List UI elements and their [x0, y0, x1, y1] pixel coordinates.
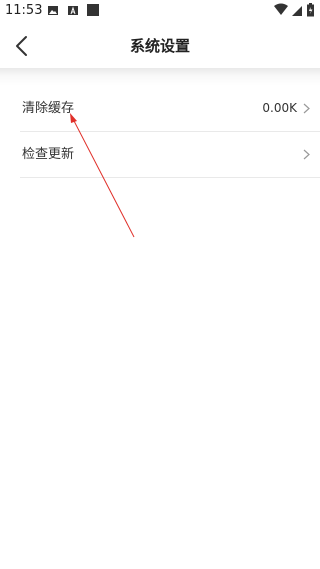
back-button[interactable] — [8, 32, 36, 60]
signal-icon — [292, 6, 302, 16]
settings-list: 清除缓存 0.00K 检查更新 — [0, 86, 320, 178]
header-divider — [0, 68, 320, 86]
battery-icon — [307, 3, 314, 17]
check-update-label: 检查更新 — [22, 147, 75, 162]
wifi-icon — [274, 3, 288, 15]
status-bar: 11:53 — [0, 0, 320, 24]
status-time: 11:53 — [5, 3, 43, 18]
app-bar: 系统设置 — [0, 24, 320, 68]
chevron-right-icon — [303, 149, 310, 160]
chevron-right-icon — [303, 103, 310, 114]
clear-cache-label: 清除缓存 — [22, 101, 75, 116]
page-title: 系统设置 — [129, 37, 190, 55]
a-icon — [68, 6, 78, 15]
chevron-left-icon — [16, 36, 27, 56]
cache-size-value: 0.00K — [262, 101, 297, 115]
square-icon — [87, 4, 99, 16]
check-update-row[interactable]: 检查更新 — [20, 132, 320, 178]
image-icon — [48, 6, 58, 15]
system-status-icons — [274, 3, 314, 17]
clear-cache-row[interactable]: 清除缓存 0.00K — [20, 86, 320, 132]
